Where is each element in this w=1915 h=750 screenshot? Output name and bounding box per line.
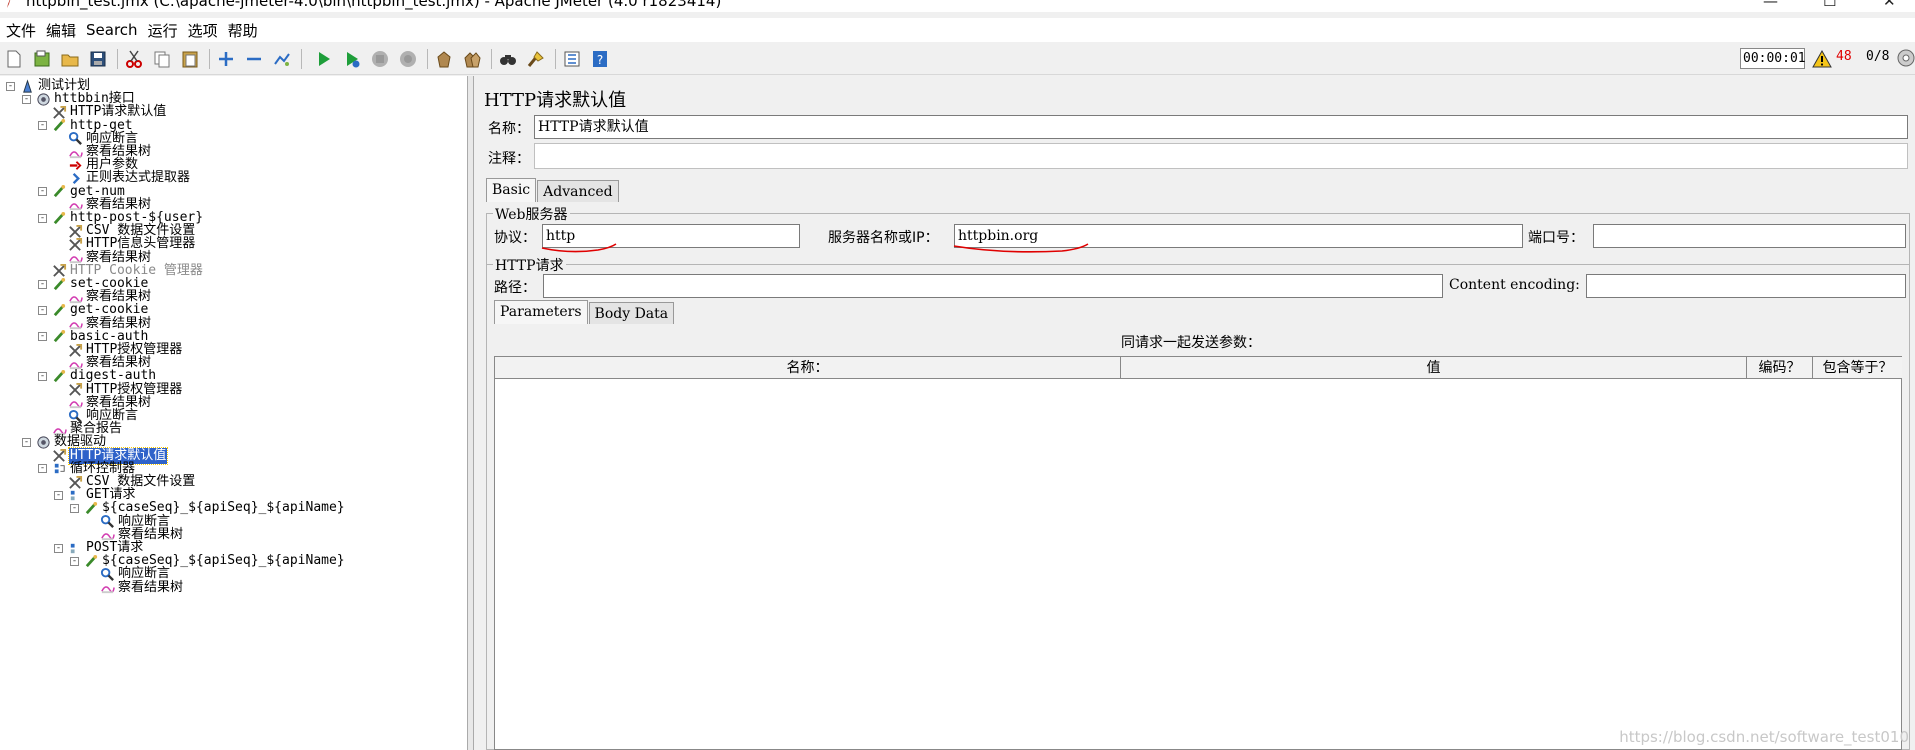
expand-icon[interactable]: [215, 48, 237, 70]
close-button[interactable]: ✕: [1883, 0, 1896, 10]
window-title: httpbin_test.jmx (C:\apache-jmeter-4.0\b…: [26, 0, 722, 10]
menu-bar: 文件 编辑 Search 运行 选项 帮助: [0, 18, 1915, 42]
config-tabs: Basic Advanced: [486, 178, 620, 202]
server-label: 服务器名称或IP：: [828, 230, 939, 246]
title-bar: httpbin_test.jmx (C:\apache-jmeter-4.0\b…: [0, 0, 1915, 12]
config-panel: HTTP请求默认值 名称： HTTP请求默认值 注释： Basic Advanc…: [476, 76, 1915, 750]
clear-all-icon[interactable]: [461, 48, 483, 70]
collapse-icon[interactable]: [243, 48, 265, 70]
menu-run[interactable]: 运行: [144, 20, 182, 41]
tree-toggle[interactable]: -: [38, 305, 47, 315]
annotation-underline: [541, 243, 617, 253]
column-include-equals[interactable]: 包含等于？: [1813, 357, 1902, 379]
tree-toggle[interactable]: -: [38, 213, 47, 223]
protocol-label: 协议：: [494, 230, 536, 246]
templates-icon[interactable]: [31, 48, 53, 70]
tree-toggle[interactable]: -: [38, 279, 47, 289]
shutdown-icon[interactable]: [397, 48, 419, 70]
path-label: 路径：: [494, 280, 536, 296]
test-plan-tree[interactable]: - 测试计划 - httbbin接口 HTTP请求默认值 - http-get 响应断言 察看结…: [0, 76, 468, 750]
column-encode[interactable]: 编码？: [1747, 357, 1813, 379]
tab-advanced[interactable]: Advanced: [537, 180, 619, 202]
tree-toggle[interactable]: -: [22, 437, 31, 447]
jmeter-feather-icon: [7, 0, 11, 8]
tree-node-label: 察看结果树: [118, 579, 184, 595]
help-icon[interactable]: ?: [589, 48, 611, 70]
comment-field[interactable]: [534, 143, 1908, 169]
annotation-underline: [953, 243, 1089, 253]
parameters-caption: 同请求一起发送参数：: [1121, 335, 1261, 351]
page-title: HTTP请求默认值: [484, 90, 627, 111]
tree-toggle[interactable]: -: [38, 332, 47, 342]
search-icon[interactable]: [497, 48, 519, 70]
copy-icon[interactable]: [151, 48, 173, 70]
http-request-group-title: HTTP请求: [493, 255, 566, 275]
tab-body-data[interactable]: Body Data: [588, 302, 675, 324]
split-pane-divider[interactable]: [468, 76, 474, 750]
tree-toggle[interactable]: -: [38, 187, 47, 197]
tree-toggle[interactable]: -: [54, 490, 63, 500]
tree-toggle[interactable]: -: [6, 81, 15, 91]
parameters-table[interactable]: 名称： 值 编码？ 包含等于？: [494, 356, 1902, 750]
menu-help[interactable]: 帮助: [224, 20, 262, 41]
column-value[interactable]: 值: [1121, 357, 1747, 379]
port-label: 端口号：: [1528, 230, 1584, 246]
listener-icon: [99, 580, 115, 596]
tab-parameters[interactable]: Parameters: [494, 300, 588, 324]
tree-toggle[interactable]: -: [38, 464, 47, 474]
port-field[interactable]: [1593, 224, 1906, 248]
menu-options[interactable]: 选项: [184, 20, 222, 41]
tree-node[interactable]: 察看结果树: [86, 580, 184, 596]
content-encoding-field[interactable]: [1586, 274, 1906, 298]
tab-basic[interactable]: Basic: [486, 178, 537, 202]
reset-search-icon[interactable]: [525, 48, 547, 70]
comment-label: 注释：: [488, 151, 530, 167]
start-no-pause-icon[interactable]: [341, 48, 363, 70]
toggle-icon[interactable]: [271, 48, 293, 70]
menu-file[interactable]: 文件: [2, 20, 40, 41]
web-server-group-title: Web服务器: [493, 204, 570, 224]
menu-edit[interactable]: 编辑: [42, 20, 80, 41]
watermark: https://blog.csdn.net/software_test010: [1619, 728, 1909, 746]
tree-toggle[interactable]: -: [70, 556, 79, 566]
cut-icon[interactable]: [123, 48, 145, 70]
parameter-tabs: Parameters Body Data: [494, 300, 675, 324]
tree-toggle[interactable]: -: [54, 543, 63, 553]
warning-icon[interactable]: [1812, 50, 1832, 68]
clear-icon[interactable]: [433, 48, 455, 70]
stop-icon[interactable]: [369, 48, 391, 70]
name-field[interactable]: HTTP请求默认值: [534, 115, 1908, 139]
minimize-button[interactable]: —: [1763, 0, 1778, 10]
active-threads: 0/8: [1866, 49, 1890, 64]
error-count: 48: [1836, 49, 1852, 64]
save-icon[interactable]: [87, 48, 109, 70]
start-icon[interactable]: [313, 48, 335, 70]
tree-toggle[interactable]: -: [70, 503, 79, 513]
name-label: 名称：: [488, 121, 530, 137]
function-helper-icon[interactable]: [561, 48, 583, 70]
content-encoding-label: Content encoding:: [1449, 277, 1580, 293]
maximize-button[interactable]: ☐: [1823, 0, 1836, 10]
open-icon[interactable]: [59, 48, 81, 70]
paste-icon[interactable]: [179, 48, 201, 70]
svg-text:?: ?: [597, 53, 603, 67]
tree-toggle[interactable]: -: [38, 121, 47, 131]
tree-toggle[interactable]: -: [22, 94, 31, 104]
path-field[interactable]: [543, 274, 1443, 298]
elapsed-timer: 00:00:01: [1740, 48, 1806, 69]
new-icon[interactable]: [3, 48, 25, 70]
tree-toggle[interactable]: -: [38, 371, 47, 381]
toolbar: ? 00:00:01 48 0/8: [0, 43, 1915, 75]
menu-search[interactable]: Search: [82, 21, 142, 39]
column-name[interactable]: 名称：: [495, 357, 1121, 379]
status-indicator-icon: [1897, 49, 1915, 67]
